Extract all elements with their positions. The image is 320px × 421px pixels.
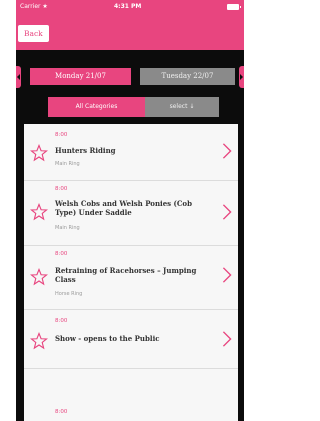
app-screen: Carrier ★ 4:31 PM Back Monday 21/07 Tues… (16, 0, 244, 421)
clock: 4:31 PM (114, 3, 142, 10)
event-time: 8:00 (55, 409, 68, 415)
chevron-right-icon (222, 267, 232, 283)
navigation-bar: Back (16, 14, 244, 50)
chevron-right-icon (222, 331, 232, 347)
list-item[interactable]: 8:00 Retraining of Racehorses – Jumping … (24, 246, 238, 310)
event-time: 8:00 (55, 132, 68, 138)
day-selector: Monday 21/07 Tuesday 22/07 (16, 66, 244, 88)
chevron-right-icon (222, 143, 232, 159)
list-item[interactable]: 8:00 Hunters Riding Main Ring (24, 124, 238, 181)
next-day-arrow-icon[interactable] (239, 66, 244, 88)
favorite-star-icon[interactable] (30, 332, 48, 350)
event-venue: Main Ring (55, 225, 80, 231)
status-bar: Carrier ★ 4:31 PM (16, 0, 244, 14)
day-tab-monday[interactable]: Monday 21/07 (30, 68, 131, 85)
category-filter: All Categories select ↓ (48, 97, 224, 117)
event-venue: Main Ring (55, 161, 80, 167)
day-tab-tuesday[interactable]: Tuesday 22/07 (140, 68, 235, 85)
carrier-label: Carrier ★ (20, 3, 48, 10)
favorite-star-icon[interactable] (30, 268, 48, 286)
event-time: 8:00 (55, 318, 68, 324)
list-item[interactable]: 8:00 Welsh Cobs and Welsh Ponies (Cob Ty… (24, 181, 238, 246)
all-categories-button[interactable]: All Categories (48, 97, 145, 117)
event-title: Hunters Riding (55, 146, 116, 155)
event-time: 8:00 (55, 251, 68, 257)
event-title: Welsh Cobs and Welsh Ponies (Cob Type) U… (55, 199, 192, 217)
previous-day-arrow-icon[interactable] (16, 66, 21, 88)
favorite-star-icon[interactable] (30, 203, 48, 221)
back-button[interactable]: Back (18, 25, 49, 42)
battery-icon (227, 4, 241, 10)
event-list: 8:00 Hunters Riding Main Ring 8:00 Welsh… (24, 124, 238, 421)
category-select[interactable]: select ↓ (145, 97, 219, 117)
chevron-right-icon (222, 204, 232, 220)
event-venue: Horse Ring (55, 291, 83, 297)
event-time: 8:00 (55, 186, 68, 192)
event-title: Show - opens to the Public (55, 334, 160, 343)
list-item[interactable]: 8:00 Show - opens to the Public (24, 310, 238, 369)
event-title: Retraining of Racehorses – Jumping Class (55, 266, 197, 284)
list-item[interactable]: 8:00 (24, 369, 238, 421)
favorite-star-icon[interactable] (30, 144, 48, 162)
